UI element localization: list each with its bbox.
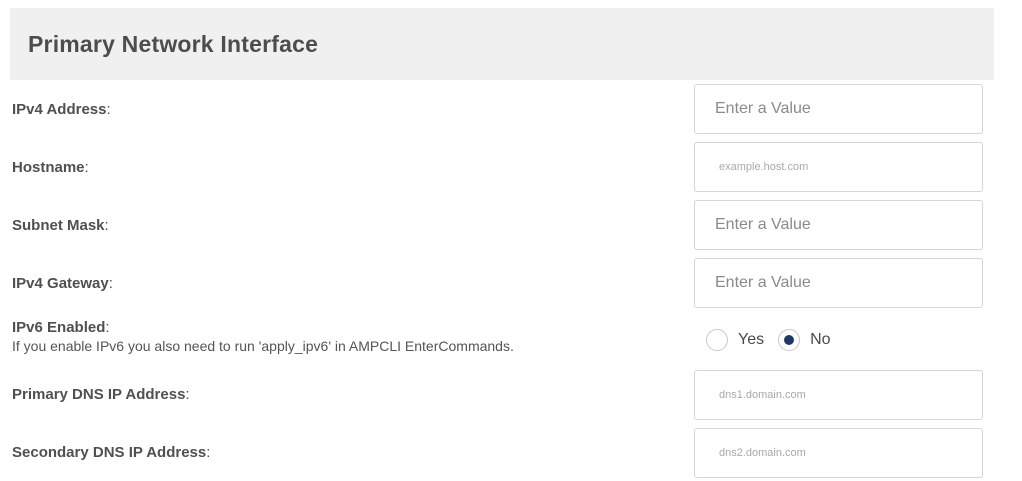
- secondary-dns-label: Secondary DNS IP Address:: [12, 444, 211, 461]
- ipv4-address-input[interactable]: [694, 84, 983, 134]
- ipv6-enabled-note: If you enable IPv6 you also need to run …: [12, 338, 514, 354]
- hostname-input[interactable]: [694, 142, 983, 192]
- ipv6-no-radio[interactable]: [778, 329, 801, 351]
- primary-network-interface-panel: Primary Network Interface: [10, 8, 994, 80]
- ipv6-enabled-radio-group: Yes No: [706, 329, 831, 351]
- subnet-mask-label: Subnet Mask:: [12, 217, 109, 234]
- secondary-dns-input[interactable]: [694, 428, 983, 478]
- ipv4-gateway-input[interactable]: [694, 258, 983, 308]
- primary-dns-label: Primary DNS IP Address:: [12, 386, 190, 403]
- primary-dns-input[interactable]: [694, 370, 983, 420]
- panel-title: Primary Network Interface: [28, 30, 319, 57]
- ipv4-gateway-label: IPv4 Gateway:: [12, 275, 113, 292]
- radio-selected-dot: [784, 335, 795, 345]
- ipv6-no-label[interactable]: No: [810, 331, 830, 349]
- hostname-label: Hostname:: [12, 159, 89, 176]
- ipv6-yes-radio[interactable]: [706, 329, 728, 351]
- ipv6-yes-label[interactable]: Yes: [738, 331, 764, 349]
- ipv6-enabled-label: IPv6 Enabled:: [12, 319, 110, 336]
- ipv4-address-label: IPv4 Address:: [12, 101, 111, 118]
- panel-header: Primary Network Interface: [10, 8, 994, 80]
- subnet-mask-input[interactable]: [694, 200, 983, 250]
